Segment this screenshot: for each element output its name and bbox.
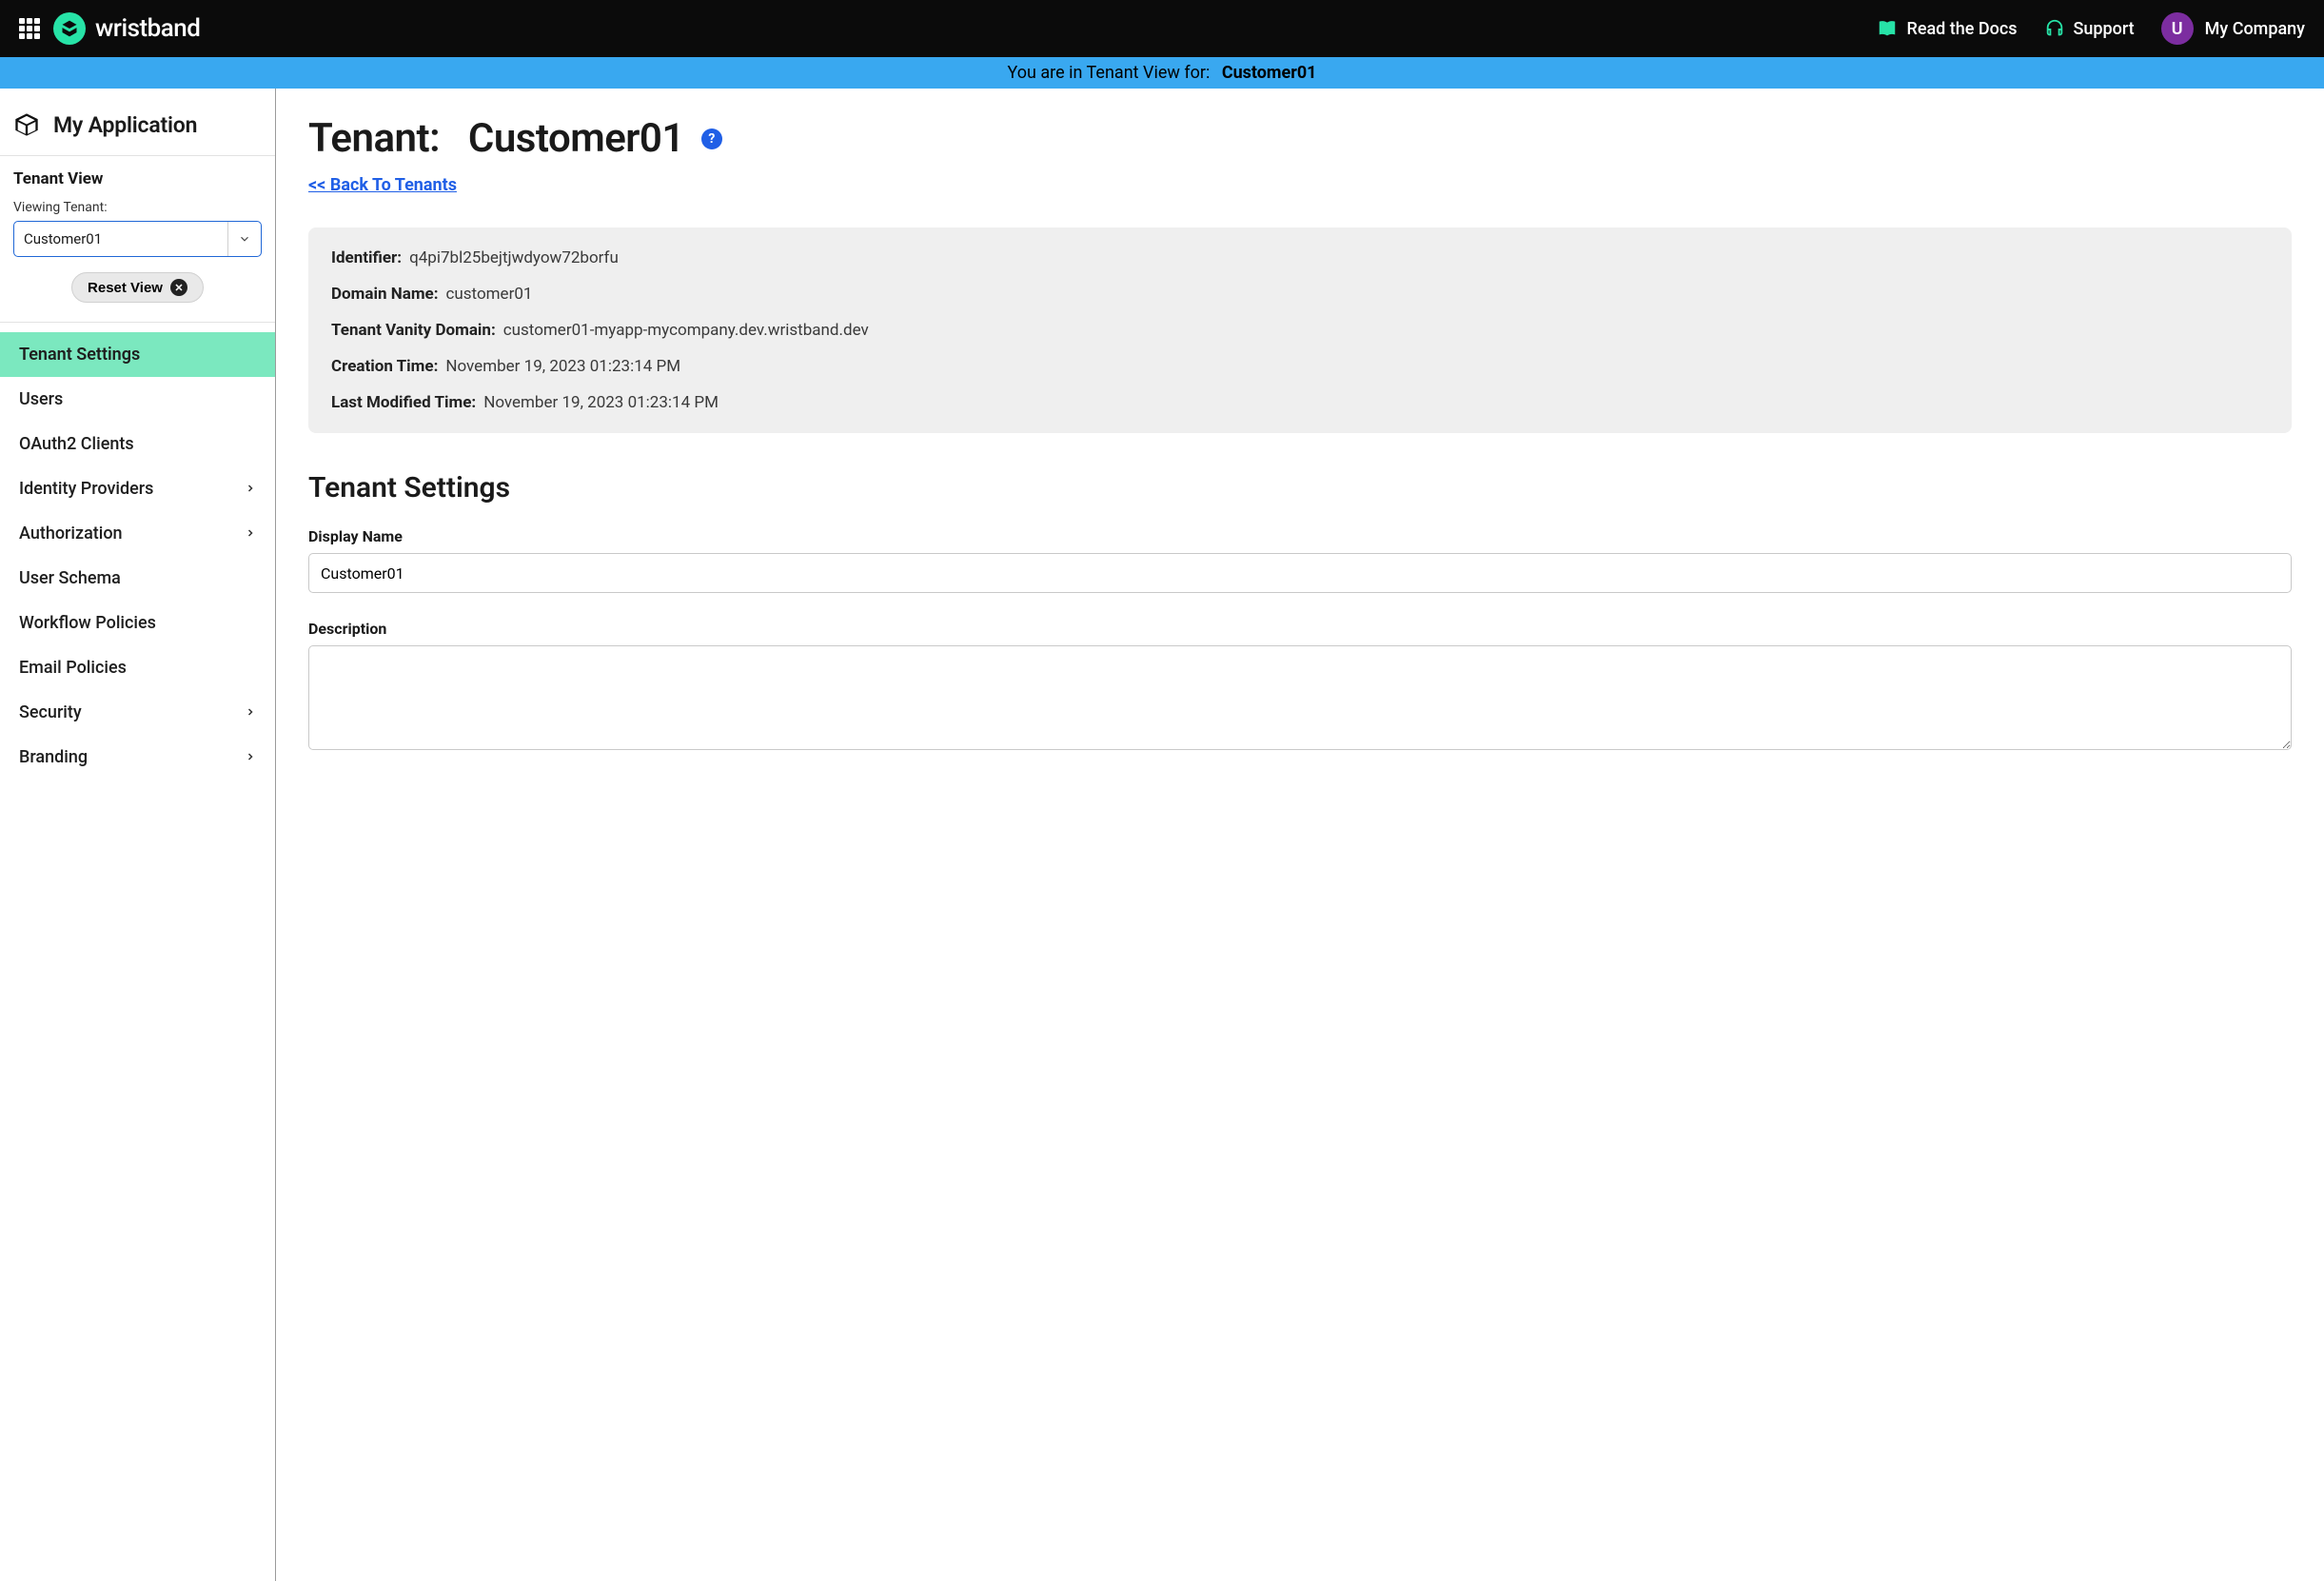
tenant-select-value: Customer01 — [24, 230, 102, 247]
page-title-row: Tenant: Customer01 ? — [308, 115, 2292, 162]
tenant-banner-value: Customer01 — [1222, 63, 1317, 83]
sidebar-item-label: Security — [19, 702, 82, 722]
sidebar-item-label: Branding — [19, 747, 88, 767]
reset-view-button[interactable]: Reset View ✕ — [71, 272, 204, 303]
tenant-select[interactable]: Customer01 — [13, 221, 262, 257]
page-title: Tenant: Customer01 — [308, 115, 684, 162]
brand-name: wristband — [95, 14, 200, 43]
chevron-right-icon — [245, 524, 256, 543]
apps-menu-icon[interactable] — [19, 18, 40, 39]
info-key: Last Modified Time: — [331, 393, 476, 412]
display-name-label: Display Name — [308, 527, 2292, 545]
sidebar-item-label: OAuth2 Clients — [19, 434, 134, 454]
info-row-creation-time: Creation Time: November 19, 2023 01:23:1… — [331, 357, 2269, 376]
topbar-right: Read the Docs Support U My Company — [1877, 12, 2305, 45]
description-label: Description — [308, 620, 2292, 638]
info-row-modified-time: Last Modified Time: November 19, 2023 01… — [331, 393, 2269, 412]
form-group-display-name: Display Name — [308, 527, 2292, 593]
cube-icon — [13, 111, 40, 138]
info-row-domain-name: Domain Name: customer01 — [331, 285, 2269, 304]
company-label: My Company — [2205, 19, 2305, 39]
sidebar-item-oauth2-clients[interactable]: OAuth2 Clients — [0, 422, 275, 466]
sidebar-item-label: Authorization — [19, 524, 123, 543]
chevron-right-icon — [245, 479, 256, 499]
tenant-info-panel: Identifier: q4pi7bl25bejtjwdyow72borfu D… — [308, 227, 2292, 433]
sidebar-app-title: My Application — [53, 112, 197, 138]
viewing-tenant-label: Viewing Tenant: — [13, 200, 262, 215]
chevron-right-icon — [245, 747, 256, 767]
support-link[interactable]: Support — [2044, 18, 2135, 39]
info-row-identifier: Identifier: q4pi7bl25bejtjwdyow72borfu — [331, 248, 2269, 267]
info-row-vanity-domain: Tenant Vanity Domain: customer01-myapp-m… — [331, 321, 2269, 340]
sidebar-item-user-schema[interactable]: User Schema — [0, 556, 275, 601]
sidebar-item-workflow-policies[interactable]: Workflow Policies — [0, 601, 275, 645]
avatar: U — [2161, 12, 2194, 45]
display-name-input[interactable] — [308, 553, 2292, 593]
form-group-description: Description — [308, 620, 2292, 754]
sidebar-item-label: Tenant Settings — [19, 345, 140, 365]
tenant-view-banner: You are in Tenant View for: Customer01 — [0, 57, 2324, 89]
sidebar-item-branding[interactable]: Branding — [0, 735, 275, 780]
logo-mark-icon — [53, 12, 86, 45]
sidebar-item-label: Email Policies — [19, 658, 127, 678]
read-docs-link[interactable]: Read the Docs — [1877, 18, 2017, 39]
sidebar-item-label: User Schema — [19, 568, 121, 588]
info-key: Domain Name: — [331, 285, 439, 304]
headset-icon — [2044, 18, 2065, 39]
info-value: November 19, 2023 01:23:14 PM — [483, 393, 719, 412]
help-icon[interactable]: ? — [701, 128, 722, 149]
info-value: customer01 — [446, 285, 533, 304]
avatar-letter: U — [2172, 19, 2183, 39]
sidebar-nav: Tenant Settings Users OAuth2 Clients Ide… — [0, 323, 275, 789]
sidebar-item-label: Workflow Policies — [19, 613, 156, 633]
sidebar-tenant-section: Tenant View Viewing Tenant: Customer01 R… — [0, 156, 275, 323]
sidebar-item-authorization[interactable]: Authorization — [0, 511, 275, 556]
page-title-name: Customer01 — [468, 115, 684, 162]
sidebar-item-users[interactable]: Users — [0, 377, 275, 422]
close-circle-icon: ✕ — [170, 279, 187, 296]
read-docs-label: Read the Docs — [1906, 19, 2017, 39]
sidebar-item-email-policies[interactable]: Email Policies — [0, 645, 275, 690]
topbar: wristband Read the Docs Support U My Com… — [0, 0, 2324, 57]
sidebar-item-label: Users — [19, 389, 63, 409]
main-content: Tenant: Customer01 ? << Back To Tenants … — [276, 89, 2324, 1581]
sidebar-app-header: My Application — [0, 89, 275, 156]
info-value: q4pi7bl25bejtjwdyow72borfu — [409, 248, 619, 267]
chevron-right-icon — [245, 702, 256, 722]
description-textarea[interactable] — [308, 645, 2292, 750]
info-value: November 19, 2023 01:23:14 PM — [445, 357, 680, 376]
sidebar-item-security[interactable]: Security — [0, 690, 275, 735]
back-to-tenants-link[interactable]: << Back To Tenants — [308, 175, 457, 195]
section-heading-tenant-settings: Tenant Settings — [308, 471, 2292, 504]
sidebar: My Application Tenant View Viewing Tenan… — [0, 89, 276, 1581]
support-label: Support — [2074, 19, 2135, 39]
topbar-left: wristband — [19, 12, 200, 45]
info-key: Identifier: — [331, 248, 402, 267]
tenant-view-heading: Tenant View — [13, 169, 262, 188]
brand-logo[interactable]: wristband — [53, 12, 200, 45]
sidebar-item-label: Identity Providers — [19, 479, 153, 499]
info-key: Tenant Vanity Domain: — [331, 321, 496, 340]
sidebar-item-tenant-settings[interactable]: Tenant Settings — [0, 332, 275, 377]
reset-view-label: Reset View — [88, 280, 163, 296]
chevron-down-icon — [227, 222, 251, 256]
book-icon — [1877, 18, 1898, 39]
tenant-banner-label: You are in Tenant View for: — [1007, 63, 1210, 83]
page-title-prefix: Tenant: — [308, 115, 440, 162]
company-menu[interactable]: U My Company — [2161, 12, 2305, 45]
info-key: Creation Time: — [331, 357, 438, 376]
sidebar-item-identity-providers[interactable]: Identity Providers — [0, 466, 275, 511]
info-value: customer01-myapp-mycompany.dev.wristband… — [503, 321, 869, 340]
help-glyph: ? — [708, 131, 715, 147]
